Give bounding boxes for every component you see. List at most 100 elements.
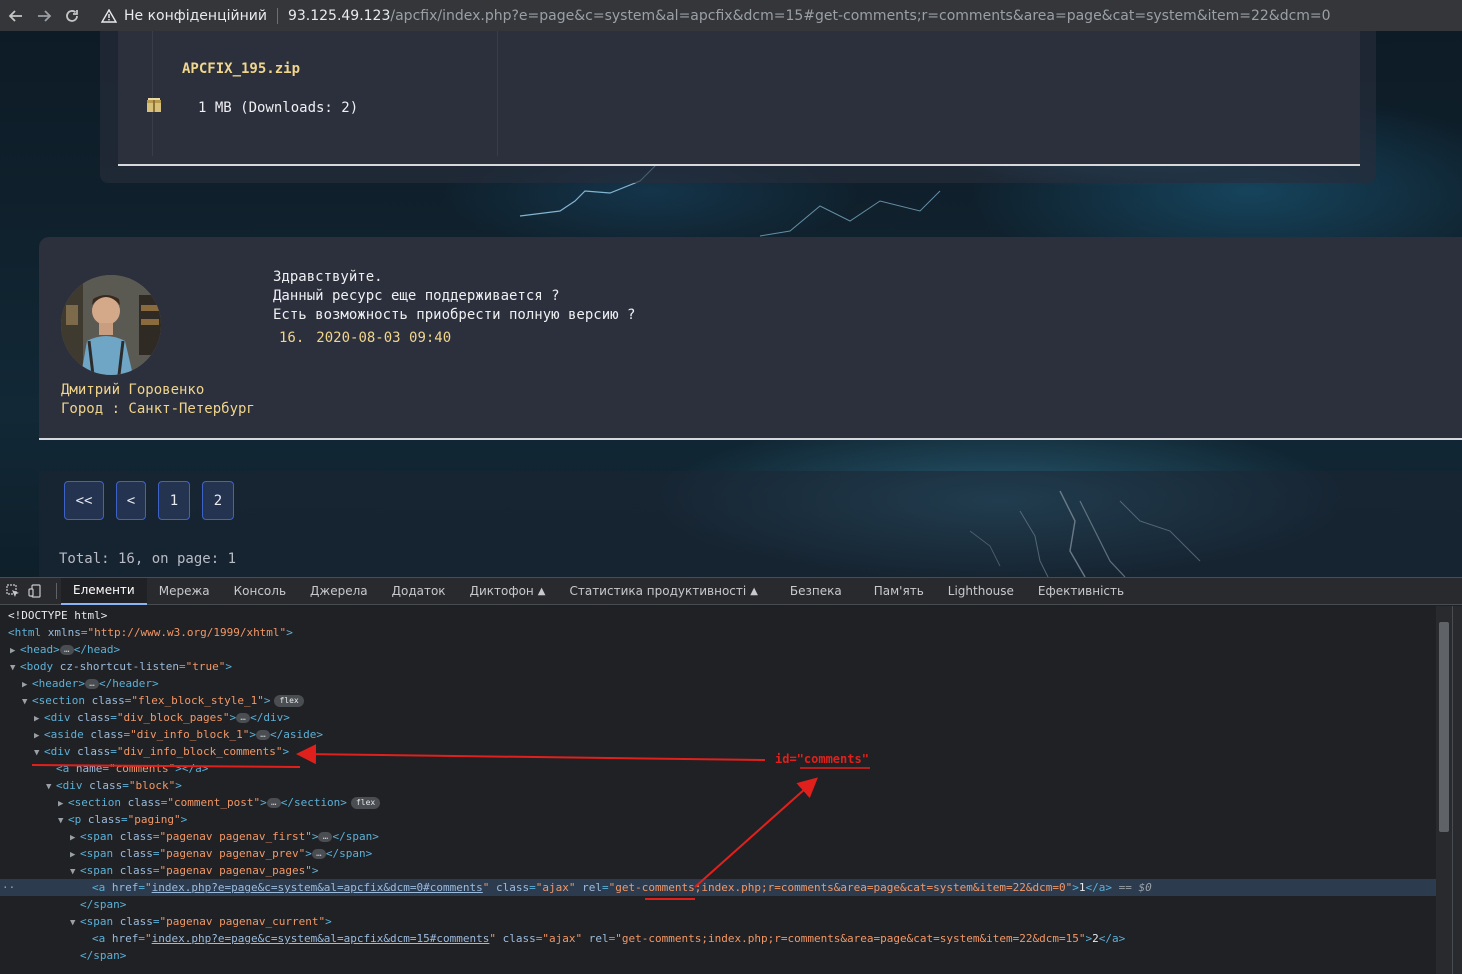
warning-icon[interactable] [100, 8, 118, 24]
flex-badge[interactable]: flex [350, 797, 381, 809]
inspect-element-icon[interactable] [2, 580, 24, 602]
dom-line-block[interactable]: ▼ <div class="block"> [46, 777, 182, 794]
pagination-page-2[interactable]: 2 [202, 481, 234, 520]
back-arrow-icon[interactable] [2, 2, 30, 30]
dom-line-link-2[interactable]: <a href="index.php?e=page&c=system&al=ap… [92, 930, 1125, 947]
dom-line-pagenav-current[interactable]: ▼ <span class="pagenav pagenav_current"> [70, 913, 332, 930]
dom-tag: </span> [332, 830, 379, 843]
dom-line-pagenav-prev[interactable]: ▶ <span class="pagenav pagenav_prev">… </s… [70, 845, 372, 862]
pagination-first-button[interactable]: << [64, 481, 104, 520]
tab-performance-insights-label: Статистика продуктивності [569, 584, 747, 598]
tab-security[interactable]: Безпека [778, 578, 854, 605]
dom-attr-value: "pagenav pagenav_pages" [159, 864, 312, 877]
dom-line-paging[interactable]: ▼ <p class="paging"> [58, 811, 187, 828]
tab-recorder-label: Диктофон [469, 584, 534, 598]
tab-application[interactable]: Додаток [380, 578, 458, 605]
dom-tag: <a [92, 881, 106, 894]
dom-line-span-close-2[interactable]: </span> [80, 947, 126, 964]
dom-tag: <a [92, 932, 106, 945]
dom-line-comment-post[interactable]: ▶ <section class="comment_post">… </sectio… [58, 794, 381, 811]
dom-attr: name [75, 762, 103, 775]
url-host[interactable]: 93.125.49.123 [288, 8, 390, 24]
dom-tag-end: > [286, 626, 293, 639]
dom-attr: class [91, 694, 125, 707]
dom-equals: = [138, 932, 145, 945]
ellipsis-icon[interactable]: … [84, 679, 99, 689]
dom-line-selected-link[interactable]: ·· <a href="index.php?e=page&c=system&al… [0, 879, 1436, 896]
tab-lighthouse[interactable]: Lighthouse [936, 578, 1026, 605]
comment-card: Дмитрий Горовенко Город : Санкт-Петербур… [39, 237, 1462, 440]
dom-line-pagenav-first[interactable]: ▶ <span class="pagenav pagenav_first">… </… [70, 828, 379, 845]
dom-equals: = [122, 779, 129, 792]
ellipsis-icon[interactable]: … [59, 645, 74, 655]
device-toolbar-icon[interactable] [24, 580, 46, 602]
reload-icon[interactable] [58, 2, 86, 30]
dom-tag-end: > [249, 728, 256, 741]
ellipsis-icon[interactable]: … [266, 798, 281, 808]
tab-performance[interactable]: Ефективність [1026, 578, 1136, 605]
dom-line-html[interactable]: <html xmlns="http://www.w3.org/1999/xhtm… [8, 624, 293, 641]
dom-line-section[interactable]: ▼ <section class="flex_block_style_1"> fle… [22, 692, 304, 709]
dom-attr-quote: " [489, 932, 497, 945]
pagination-prev-button[interactable]: < [116, 481, 146, 520]
dom-tag: <span [80, 830, 114, 843]
dom-line-doctype[interactable]: <!DOCTYPE html> [8, 607, 107, 624]
dom-line-span-close[interactable]: </span> [80, 896, 126, 913]
dom-href-link[interactable]: index.php?e=page&c=system&al=apcfix&dcm=… [152, 881, 483, 894]
flex-badge[interactable]: flex [274, 695, 304, 707]
dom-line-selected-content: <a href="index.php?e=page&c=system&al=ap… [92, 879, 1152, 896]
dom-line-div-pages[interactable]: ▶ <div class="div_block_pages">… </div> [34, 709, 290, 726]
dom-equals: = [121, 813, 128, 826]
collapse-arrow-icon[interactable]: ▼ [70, 915, 80, 932]
address-bar[interactable]: Не конфіденційний 93.125.49.123 /apcfix/… [100, 0, 1462, 31]
dom-line-comments-block[interactable]: ▼ <div class="div_info_block_comments"> [34, 743, 289, 760]
dom-attr-value: "ajax" [535, 881, 576, 894]
comment-line: Здравствуйте. [273, 269, 383, 285]
dom-tag: </div> [250, 711, 290, 724]
dom-line-pagenav-pages[interactable]: ▼ <span class="pagenav pagenav_pages"> [70, 862, 318, 879]
dom-line-body[interactable]: ▼ <body cz-shortcut-listen="true"> [10, 658, 232, 675]
dom-attr-value: "div_block_pages" [116, 711, 230, 724]
url-path[interactable]: /apcfix/index.php?e=page&c=system&al=apc… [390, 8, 1330, 24]
ellipsis-icon[interactable]: … [318, 832, 333, 842]
security-label[interactable]: Не конфіденційний [124, 8, 267, 24]
ellipsis-icon[interactable]: … [255, 730, 270, 740]
dom-href-link[interactable]: index.php?e=page&c=system&al=apcfix&dcm=… [152, 932, 490, 945]
comment-text: Здравствуйте. Данный ресурс еще поддержи… [273, 268, 635, 325]
tab-network[interactable]: Мережа [147, 578, 222, 605]
collapse-arrow-icon[interactable]: ▼ [46, 779, 56, 796]
forward-arrow-icon[interactable] [30, 2, 58, 30]
dom-scrollbar-thumb[interactable] [1439, 622, 1449, 832]
dom-equals: = [152, 830, 160, 843]
ellipsis-icon[interactable]: … [311, 849, 326, 859]
dom-tag: <span [80, 864, 114, 877]
tab-recorder[interactable]: Диктофон ▲ [458, 578, 558, 605]
dom-tag: </span> [325, 847, 373, 860]
dom-line-aside[interactable]: ▶ <aside class="div_info_block_1">… </asid… [34, 726, 323, 743]
dom-line-header[interactable]: ▶ <header>… </header> [22, 675, 159, 692]
styles-pane-edge[interactable] [1452, 606, 1462, 974]
collapse-arrow-icon[interactable]: ▼ [10, 660, 20, 677]
file-name-link[interactable]: APCFIX_195.zip [182, 61, 300, 77]
pagination: << < 1 2 [64, 481, 234, 520]
collapse-arrow-icon[interactable]: ▼ [58, 813, 68, 830]
dom-tag: <span [80, 915, 114, 928]
dom-tag: <div [44, 711, 71, 724]
collapse-arrow-icon[interactable]: ▼ [34, 745, 44, 762]
dom-tag-end: > [225, 660, 232, 673]
dom-tag: </span> [80, 898, 127, 911]
dom-attr-quote: " [482, 881, 490, 894]
tab-elements[interactable]: Елементи [61, 577, 147, 605]
comment-author: Дмитрий Горовенко [61, 382, 205, 398]
dom-tag: </a> [1098, 932, 1126, 945]
tab-console[interactable]: Консоль [222, 578, 298, 605]
pagination-page-1[interactable]: 1 [158, 481, 190, 520]
collapse-arrow-icon[interactable]: ▼ [22, 694, 32, 711]
tab-memory[interactable]: Пам'ять [862, 578, 936, 605]
ellipsis-icon[interactable]: … [236, 713, 251, 723]
dom-selected-marker: == $0 [1118, 881, 1152, 894]
tab-performance-insights[interactable]: Статистика продуктивності ▲ [557, 578, 769, 605]
tab-sources[interactable]: Джерела [298, 578, 380, 605]
dom-line-head[interactable]: ▶ <head>… </head> [10, 641, 120, 658]
dom-line-anchor[interactable]: <a name="comments"></a> [56, 760, 208, 777]
